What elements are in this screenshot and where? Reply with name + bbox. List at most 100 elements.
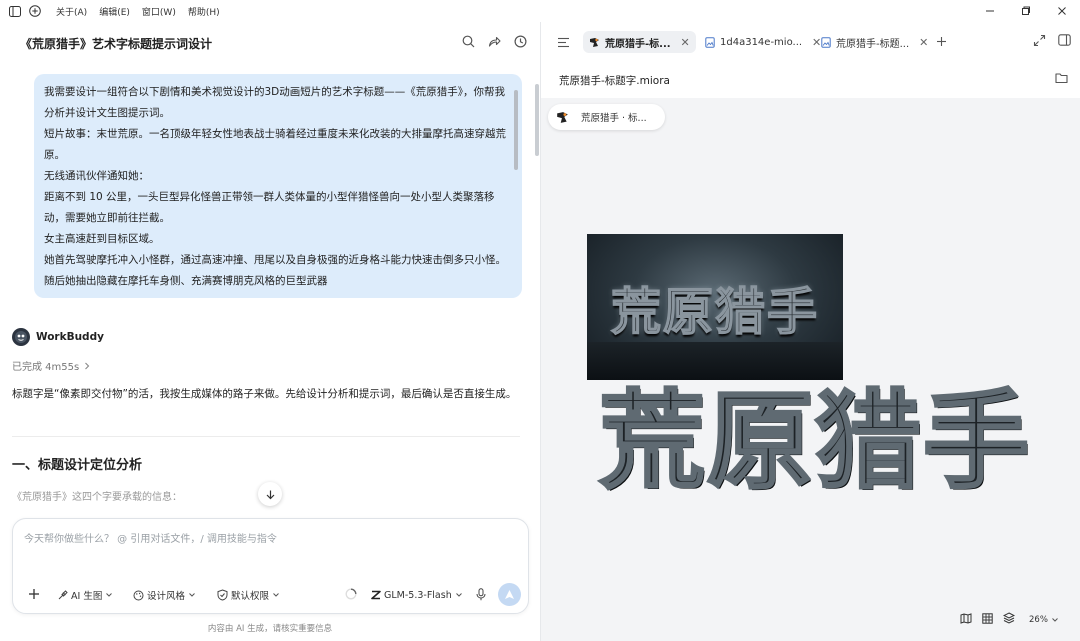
chat-header: 《荒原猎手》艺术字标题提示词设计 [0, 22, 540, 64]
minimize-button[interactable] [972, 0, 1008, 22]
tab-title-design-2[interactable]: 荒原猎手-标题... ✕ [815, 31, 934, 53]
tab-mio-file[interactable]: 1d4a314e-mio... ✕ [699, 31, 827, 53]
chevron-right-icon [85, 362, 90, 369]
close-tab-icon[interactable]: ✕ [919, 36, 928, 49]
message-composer: AI 生图 设计风格 默认权限 GLM-5.3-Flash [12, 518, 529, 614]
design-style-label: 设计风格 [147, 591, 186, 602]
message-line: 女主高速赶到目标区域。 [44, 233, 160, 245]
ai-disclaimer: 内容由 AI 生成，请核实重要信息 [207, 624, 333, 634]
plus-icon [936, 36, 946, 46]
new-tab-button[interactable] [933, 33, 949, 49]
restore-button[interactable] [1008, 0, 1044, 22]
chevron-down-icon [1052, 617, 1058, 622]
expand-icon[interactable] [1033, 34, 1046, 50]
tab-label: 1d4a314e-mio... [720, 36, 803, 48]
menu-about[interactable]: 关于(A) [56, 5, 87, 18]
title-render-metal-text[interactable]: 荒原猎手 [585, 372, 1045, 512]
message-scroll-thumb[interactable] [514, 90, 518, 170]
image-file-icon [821, 36, 831, 48]
agent-name: WorkBuddy [36, 331, 104, 343]
completion-status[interactable]: 已完成 4m55s [12, 358, 91, 373]
chat-panel: 《荒原猎手》艺术字标题提示词设计 我需要设计一组符合以下剧情和美术视觉设计的3D… [0, 22, 540, 641]
message-line: 我需要设计一组符合以下剧情和美术视觉设计的3D动画短片的艺术字标题——《荒原猎手… [44, 86, 506, 119]
model-selector[interactable]: GLM-5.3-Flash [371, 584, 463, 606]
arrow-down-icon [266, 490, 274, 499]
tab-label: 荒原猎手-标题... [836, 38, 910, 50]
permission-button[interactable]: 默认权限 [217, 584, 280, 606]
layer-chip-label: 荒原猎手 · 标... [581, 113, 647, 124]
plus-icon [29, 589, 39, 599]
title-render-dark-image[interactable]: 荒原猎手 [587, 234, 843, 380]
grid-icon[interactable] [982, 612, 993, 627]
palette-icon [133, 590, 144, 600]
zoom-control[interactable]: 26% [1029, 615, 1059, 625]
chevron-down-icon [106, 593, 113, 597]
message-line: 无线通讯伙伴通知她： [44, 170, 149, 182]
send-button[interactable] [498, 583, 521, 606]
tab-label: 荒原猎手-标... [605, 38, 671, 50]
image-file-icon [705, 36, 715, 48]
add-attachment-button[interactable] [25, 585, 43, 603]
shield-icon [217, 589, 228, 601]
chat-scrollbar[interactable] [535, 84, 539, 156]
history-icon[interactable] [512, 33, 528, 49]
section-heading: 一、标题设计定位分析 [12, 458, 143, 473]
folder-icon[interactable] [1055, 72, 1071, 88]
menu-window[interactable]: 窗口(W) [142, 5, 176, 18]
microphone-icon [476, 587, 486, 600]
tab-title-design-1[interactable]: 荒原猎手-标... ✕ [583, 31, 696, 53]
design-style-button[interactable]: 设计风格 [133, 584, 196, 606]
layers-icon[interactable] [1002, 612, 1016, 627]
z-logo-icon [371, 590, 381, 600]
message-line: 距离不到 10 公里，一头巨型异化怪兽正带领一群人类体量的小型伴猎怪兽向一处小型… [44, 191, 495, 224]
agent-header: WorkBuddy [12, 328, 104, 346]
model-label: GLM-5.3-Flash [384, 589, 452, 601]
scroll-to-bottom-button[interactable] [258, 482, 282, 506]
brush-icon [58, 589, 68, 599]
message-line: 她首先驾驶摩托冲入小怪群，通过高速冲撞、甩尾以及自身极强的近身格斗能力快速击倒多… [44, 254, 506, 266]
permission-label: 默认权限 [231, 591, 270, 602]
workbuddy-avatar [12, 328, 30, 346]
file-path-bar: 荒原猎手-标题字.miora [541, 62, 1080, 98]
message-line: 随后她抽出隐藏在摩托车身侧、充满赛博朋克风格的巨型武器 [44, 275, 328, 287]
new-chat-icon[interactable] [28, 4, 42, 18]
title-bar: 关于(A) 编辑(E) 窗口(W) 帮助(H) [0, 0, 1080, 22]
message-scrollbar[interactable] [514, 80, 518, 294]
microphone-button[interactable] [474, 586, 488, 602]
section-subtext: 《荒原猎手》这四个字要承载的信息： [12, 492, 182, 503]
send-arrow-icon [505, 590, 514, 599]
ai-image-label: AI 生图 [71, 591, 103, 602]
search-icon[interactable] [460, 33, 476, 49]
canvas-toolbar: 26% [960, 612, 1059, 627]
message-line: 短片故事：末世荒原。一名顶级年轻女性地表战士骑着经过重度未来化改装的大排量摩托高… [44, 128, 506, 161]
zoom-level: 26% [1029, 614, 1048, 625]
file-path: 荒原猎手-标题字.miora [559, 75, 670, 87]
tab-bar: 荒原猎手-标... ✕ 1d4a314e-mio... ✕ 荒原猎手-标题...… [541, 22, 1080, 62]
chevron-down-icon [455, 593, 462, 597]
menu-bar: 关于(A) 编辑(E) 窗口(W) 帮助(H) [56, 5, 220, 18]
close-tab-icon[interactable]: ✕ [681, 36, 690, 49]
agent-answer: 标题字是“像素即交付物”的活，我按生成媒体的路子来做。先给设计分析和提示词，最后… [12, 388, 517, 400]
sidebar-toggle-icon[interactable] [8, 4, 22, 18]
viewer-panel: 荒原猎手-标... ✕ 1d4a314e-mio... ✕ 荒原猎手-标题...… [540, 22, 1080, 641]
layer-chip[interactable]: 荒原猎手 · 标... [548, 104, 665, 130]
loading-spinner-icon [345, 588, 357, 600]
message-input[interactable] [24, 529, 514, 549]
chevron-down-icon [273, 593, 279, 597]
ai-image-button[interactable]: AI 生图 [57, 584, 113, 606]
design-canvas[interactable]: 荒原猎手 · 标... 荒原猎手 荒原猎手 26% [541, 98, 1080, 641]
share-icon[interactable] [486, 33, 502, 49]
panel-toggle-icon[interactable] [1058, 34, 1071, 50]
completion-status-text: 已完成 4m55s [12, 362, 80, 373]
menu-edit[interactable]: 编辑(E) [99, 5, 130, 18]
render-title-text: 荒原猎手 [610, 282, 819, 342]
divider [12, 436, 520, 437]
chevron-down-icon [189, 593, 195, 597]
chat-title: 《荒原猎手》艺术字标题提示词设计 [20, 37, 213, 51]
app-logo-icon [557, 111, 568, 123]
map-icon[interactable] [960, 612, 972, 627]
close-window-button[interactable] [1044, 0, 1080, 22]
user-message-bubble: 我需要设计一组符合以下剧情和美术视觉设计的3D动画短片的艺术字标题——《荒原猎手… [34, 74, 522, 298]
menu-help[interactable]: 帮助(H) [188, 5, 220, 18]
hamburger-menu-icon[interactable] [555, 34, 571, 50]
